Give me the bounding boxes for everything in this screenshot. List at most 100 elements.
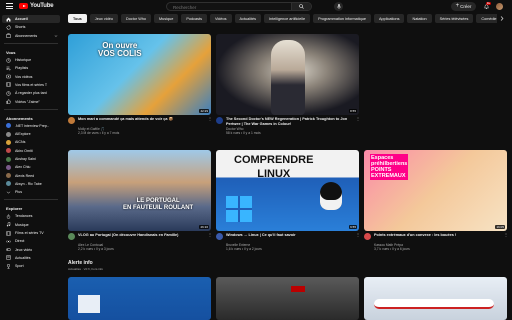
news-thumbnail-3[interactable] (364, 277, 507, 320)
sidebar-subscription-item[interactable]: Akiro Omiti (0, 147, 62, 155)
sidebar-item-label: Abonnements (15, 33, 38, 38)
news-thumbnail-2[interactable] (216, 277, 359, 320)
sidebar-item-you-5[interactable]: Vidéos "J'aime" (0, 97, 62, 105)
sidebar-item-explore-2[interactable]: Films et séries TV (0, 229, 62, 237)
home-icon (6, 17, 11, 22)
chips-next-button[interactable] (497, 14, 507, 23)
subscriptions-section-title: Abonnements (6, 115, 33, 121)
more-options-icon[interactable]: ⋮ (208, 117, 212, 121)
sidebar-item-label: Vidéos "J'aime" (15, 99, 40, 104)
sidebar-item-accueil[interactable]: Accueil (2, 15, 60, 24)
filter-chip[interactable]: Programmation informatique (313, 14, 371, 23)
video-thumbnail[interactable]: LE PORTUGAL EN FAUTEUIL ROULANT 26:16 (68, 150, 211, 231)
voice-search-button[interactable] (334, 2, 343, 11)
sidebar-item-label: Historique (15, 58, 32, 63)
filter-chip[interactable]: Jeux vidéo (89, 14, 118, 23)
filter-chip[interactable]: Vidéos (209, 14, 232, 23)
airplane-shape (374, 299, 494, 309)
video-thumbnail[interactable]: On ouvre VOS COLIS 42:29 (68, 34, 211, 115)
sidebar-item-label: Alwyn - Ric Tabe (15, 181, 42, 186)
video-title[interactable]: VLOG au Portugal (On découvre Handisnais… (78, 233, 202, 238)
video-thumbnail[interactable]: COMPRENDRE LINUX 9:55 (216, 150, 359, 231)
sidebar-subscription-item[interactable]: .NET interview Prep.. (0, 122, 62, 130)
menu-icon[interactable] (6, 3, 13, 9)
filter-chip[interactable]: Musique (154, 14, 179, 23)
video-title[interactable]: Mon mari a commandé ça mais attends de v… (78, 117, 202, 122)
channel-avatar[interactable] (216, 233, 223, 240)
sidebar-divider (4, 42, 58, 44)
more-options-icon[interactable]: ⋮ (208, 233, 212, 237)
sidebar-item-abonnements[interactable]: Abonnements (0, 32, 62, 40)
video-card[interactable]: Espaces préhilbertiens POINTS EXTREMAUX 1… (364, 150, 508, 255)
news-thumbnail-1[interactable] (68, 277, 211, 320)
sidebar-subscription-item[interactable]: Akshay Saini (0, 155, 62, 163)
channel-avatar[interactable] (68, 233, 75, 240)
sidebar-item-label: Films et séries TV (15, 231, 44, 236)
sidebar-item-label: Sport (15, 264, 24, 269)
video-icon (6, 74, 11, 79)
sidebar-more-button[interactable]: Plus (0, 188, 62, 196)
filter-chip[interactable]: Doctor Who (120, 14, 151, 23)
video-stats: 2,3 M de vues • Il y a 7 mois (78, 131, 120, 135)
search-box[interactable] (166, 2, 312, 11)
sidebar-item-explore-5[interactable]: Actualités (0, 254, 62, 262)
filter-chip[interactable]: Intelligence artificielle (264, 14, 311, 23)
more-options-icon[interactable]: ⋮ (356, 117, 360, 121)
channel-avatar (6, 164, 11, 170)
create-button[interactable]: + Créer (451, 2, 476, 11)
channel-avatar (6, 131, 11, 137)
sidebar-item-label: Direct (15, 239, 25, 244)
sidebar-item-you-3[interactable]: Vos films et séries T (0, 81, 62, 89)
filter-chip[interactable]: Natation (407, 14, 432, 23)
gaming-icon (6, 247, 11, 252)
filter-chip[interactable]: Actualités (234, 14, 261, 23)
video-card[interactable]: COMPRENDRE LINUX 9:55 Windows → Linux | Ce… (216, 150, 360, 255)
more-options-icon[interactable]: ⋮ (356, 233, 360, 237)
account-avatar[interactable] (496, 3, 503, 10)
search-button[interactable] (291, 3, 311, 10)
filter-chip[interactable]: Tous (68, 14, 87, 23)
sidebar-subscription-item[interactable]: AICNs (0, 138, 62, 146)
video-card[interactable]: LE PORTUGAL EN FAUTEUIL ROULANT 26:16 VLOG… (68, 150, 212, 255)
sidebar-item-explore-6[interactable]: Sport (0, 262, 62, 270)
sidebar-subscription-item[interactable]: Alex Chiu (0, 163, 62, 171)
video-meta: VLOG au Portugal (On découvre Handisnais… (68, 233, 212, 255)
channel-avatar[interactable] (216, 117, 223, 124)
video-card[interactable]: On ouvre VOS COLIS 42:29 Mon mari a comman… (68, 34, 212, 139)
sidebar-subscription-item[interactable]: AIExplore (0, 130, 62, 138)
video-card[interactable]: 8:55 The Second Doctor's NEW Regeneration… (216, 34, 360, 139)
sidebar-item-label: AICNs (15, 140, 26, 145)
filter-chip[interactable]: Applications (374, 14, 405, 23)
subscriptions-icon (6, 33, 11, 38)
sidebar-item-you-1[interactable]: Playlists (0, 64, 62, 72)
sidebar-item-you-2[interactable]: Vos vidéos (0, 72, 62, 80)
video-thumbnail[interactable]: Espaces préhilbertiens POINTS EXTREMAUX 1… (364, 150, 507, 231)
filter-chip[interactable]: Podcasts (181, 14, 207, 23)
notifications-button[interactable]: 9+ (482, 2, 491, 11)
search-input[interactable] (173, 4, 291, 10)
microphone-icon (336, 4, 341, 9)
sidebar-item-shorts[interactable]: Shorts (0, 23, 62, 31)
filter-chip[interactable]: Séries télévisées (434, 14, 474, 23)
sidebar-item-explore-3[interactable]: Direct (0, 237, 62, 245)
sidebar-item-you-0[interactable]: Historique (0, 56, 62, 64)
sidebar-item-explore-1[interactable]: Musique (0, 221, 62, 229)
film-icon (6, 231, 11, 236)
plus-icon: + (455, 3, 460, 9)
sidebar-item-label: Musique (15, 222, 29, 227)
sidebar-item-explore-0[interactable]: Tendances (0, 212, 62, 220)
channel-avatar[interactable] (364, 233, 371, 240)
sidebar-subscription-item[interactable]: Alwyn - Ric Tabe (0, 180, 62, 188)
more-options-icon[interactable]: ⋮ (504, 233, 508, 237)
history-icon (6, 57, 11, 63)
chevron-right-icon (500, 16, 504, 21)
video-title[interactable]: Windows → Linux | Ce qu'il faut savoir (226, 233, 350, 238)
sidebar-subscription-item[interactable]: Alexis Reed (0, 171, 62, 179)
sidebar-item-explore-4[interactable]: Jeux vidéo (0, 246, 62, 254)
video-title[interactable]: The Second Doctor's NEW Regeneration | P… (226, 117, 350, 126)
video-thumbnail[interactable]: 8:55 (216, 34, 359, 115)
sidebar-item-label: Vos films et séries T (15, 82, 48, 87)
channel-avatar[interactable] (68, 117, 75, 124)
sidebar-item-you-4[interactable]: À regarder plus tard (0, 89, 62, 97)
video-title[interactable]: Points extrémaux d'un convexe : les boué… (374, 233, 498, 238)
